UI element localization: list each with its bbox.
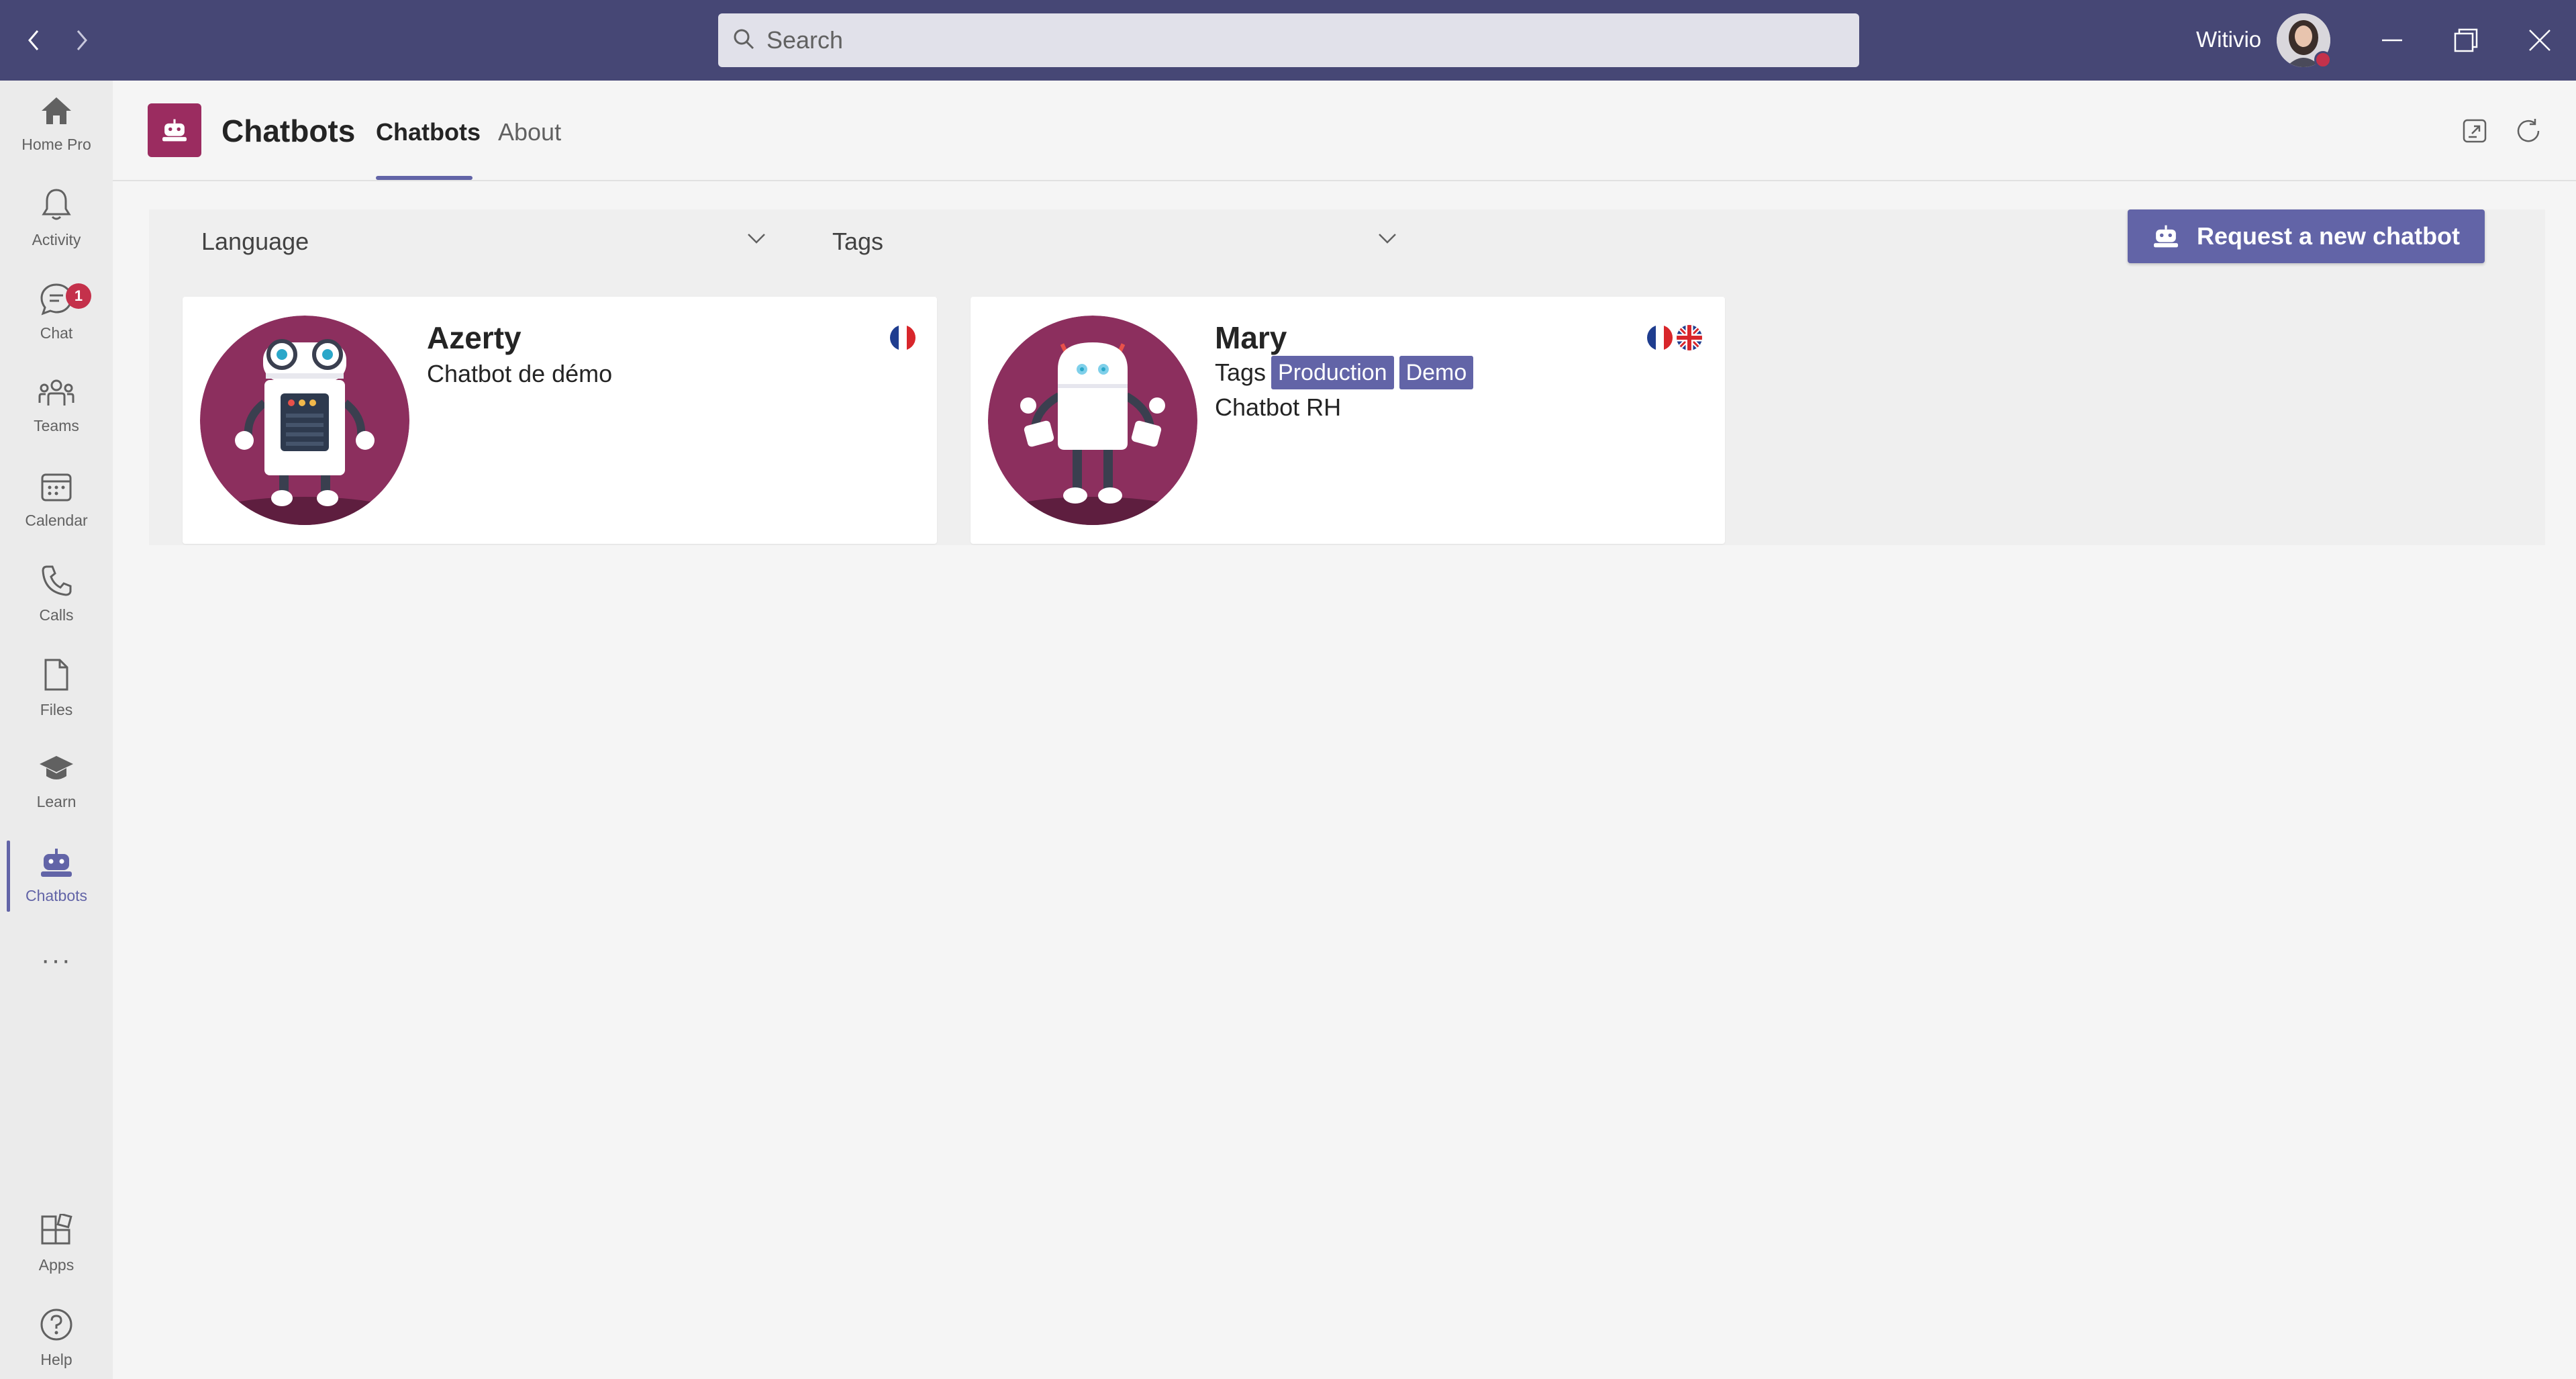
tab-chatbots[interactable]: Chatbots bbox=[376, 118, 481, 146]
home-icon bbox=[39, 95, 74, 130]
bot-avatar-mary bbox=[988, 316, 1197, 525]
back-arrow-icon[interactable] bbox=[13, 20, 54, 60]
flag-fr-icon bbox=[890, 325, 915, 350]
search-icon bbox=[732, 27, 756, 54]
apps-icon bbox=[40, 1212, 73, 1251]
rail-item-calendar[interactable]: Calendar bbox=[0, 457, 113, 544]
rail-item-files[interactable]: Files bbox=[0, 645, 113, 732]
chatbots-app-icon bbox=[148, 103, 201, 157]
busy-status-icon bbox=[2314, 51, 2332, 68]
rail-item-apps[interactable]: Apps bbox=[0, 1200, 113, 1288]
language-flags bbox=[890, 325, 915, 350]
language-dropdown[interactable]: Language bbox=[149, 209, 773, 274]
request-new-chatbot-button[interactable]: Request a new chatbot bbox=[2128, 209, 2485, 263]
robot-icon bbox=[2152, 224, 2179, 248]
unread-badge: 1 bbox=[66, 283, 91, 309]
rail-label: Teams bbox=[34, 417, 79, 434]
more-apps-button[interactable]: ··· bbox=[0, 926, 113, 994]
help-icon bbox=[39, 1307, 74, 1345]
tag-badge[interactable]: Production bbox=[1271, 356, 1394, 389]
rail-label: Apps bbox=[38, 1256, 75, 1274]
flag-uk-icon bbox=[1677, 325, 1702, 350]
tab-about[interactable]: About bbox=[498, 118, 561, 146]
chatbot-card[interactable]: Azerty Chatbot de démo bbox=[183, 297, 937, 544]
graduation-cap-icon bbox=[38, 753, 75, 788]
rail-item-home-pro[interactable]: Home Pro bbox=[0, 81, 113, 168]
chatbot-name: Mary bbox=[1215, 320, 1287, 355]
app-header: Chatbots Chatbots About bbox=[113, 81, 2576, 181]
language-dropdown-label: Language bbox=[201, 228, 309, 255]
rail-label: Calendar bbox=[25, 512, 88, 529]
rail-item-learn[interactable]: Learn bbox=[0, 739, 113, 826]
tag-badge[interactable]: Demo bbox=[1399, 356, 1474, 389]
minimize-icon[interactable] bbox=[2372, 20, 2412, 60]
tags-label: Tags bbox=[1215, 359, 1267, 386]
rail-label: Home Pro bbox=[21, 136, 91, 153]
active-tab-indicator bbox=[376, 176, 473, 180]
teams-icon bbox=[38, 377, 75, 412]
chevron-down-icon bbox=[745, 227, 768, 253]
tags-dropdown[interactable]: Tags bbox=[780, 209, 1404, 274]
pop-out-icon[interactable] bbox=[2457, 113, 2493, 149]
chatbot-name: Azerty bbox=[427, 320, 522, 355]
tags-dropdown-label: Tags bbox=[832, 228, 884, 255]
phone-icon bbox=[40, 564, 72, 601]
language-flags bbox=[1647, 325, 1702, 350]
rail-item-teams[interactable]: Teams bbox=[0, 363, 113, 450]
forward-arrow-icon[interactable] bbox=[62, 20, 102, 60]
restore-icon[interactable] bbox=[2446, 20, 2486, 60]
title-bar: Search Witivio bbox=[0, 0, 2576, 81]
chevron-down-icon bbox=[1376, 227, 1399, 253]
robot-icon bbox=[40, 847, 73, 882]
rail-label: Calls bbox=[39, 606, 74, 624]
flag-fr-icon bbox=[1647, 325, 1673, 350]
chatbot-description: Chatbot de démo bbox=[427, 360, 613, 387]
rail-label: Files bbox=[40, 701, 73, 718]
request-new-chatbot-label: Request a new chatbot bbox=[2196, 222, 2461, 250]
rail-item-help[interactable]: Help bbox=[0, 1294, 113, 1379]
rail-item-chatbots[interactable]: Chatbots bbox=[0, 833, 113, 920]
page-title: Chatbots bbox=[221, 113, 356, 148]
rail-item-activity[interactable]: Activity bbox=[0, 175, 113, 262]
refresh-icon[interactable] bbox=[2510, 113, 2546, 149]
rail-label: Help bbox=[40, 1351, 72, 1368]
user-name: Witivio bbox=[2196, 27, 2262, 52]
rail-label: Chat bbox=[40, 324, 73, 342]
close-icon[interactable] bbox=[2520, 20, 2560, 60]
rail-item-calls[interactable]: Calls bbox=[0, 551, 113, 638]
rail-label: Chatbots bbox=[25, 887, 88, 904]
chatbot-tags: Tags Production Demo bbox=[1215, 356, 1479, 389]
bell-icon bbox=[40, 187, 72, 226]
calendar-icon bbox=[40, 471, 73, 506]
rail-label: Learn bbox=[36, 793, 77, 810]
search-input[interactable]: Search bbox=[718, 13, 1859, 67]
bot-avatar-azerty bbox=[200, 316, 409, 525]
chatbot-card[interactable]: Mary Tags Production Demo Chatbot RH bbox=[971, 297, 1725, 544]
more-icon: ··· bbox=[41, 945, 72, 975]
file-icon bbox=[43, 657, 70, 696]
search-placeholder: Search bbox=[766, 26, 844, 54]
rail-item-chat[interactable]: 1 Chat bbox=[0, 269, 113, 356]
rail-label: Activity bbox=[32, 231, 81, 248]
app-rail: Home Pro Activity 1 Chat Teams Calendar … bbox=[0, 81, 113, 1379]
chatbot-description: Chatbot RH bbox=[1215, 393, 1342, 421]
